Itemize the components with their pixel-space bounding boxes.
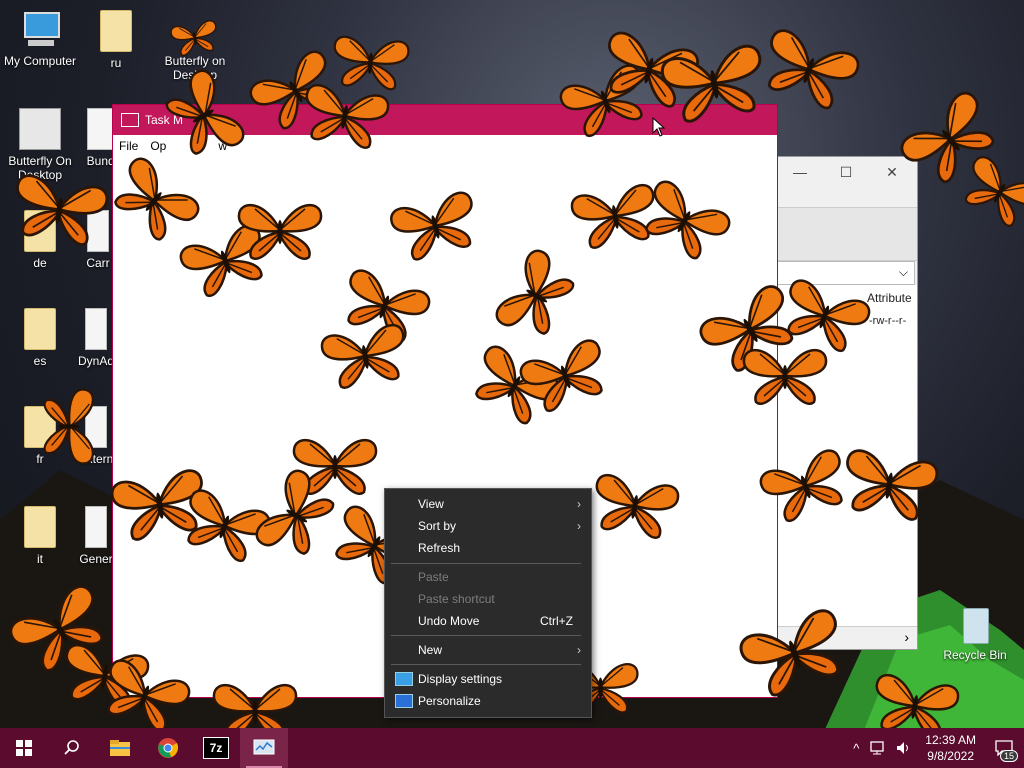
desktop-icon-label: My Computer (3, 54, 77, 68)
chevron-right-icon: › (577, 497, 581, 511)
menu-item-refresh[interactable]: Refresh (385, 537, 591, 559)
butterfly-icon (43, 388, 94, 465)
menu-item-label: Paste (418, 570, 449, 584)
menu-item-new[interactable]: New › (385, 639, 591, 661)
menu-file[interactable]: File (119, 139, 138, 153)
menu-item-view[interactable]: View › (385, 493, 591, 515)
desktop-icon-my-computer[interactable]: My Computer (0, 10, 80, 68)
butterfly-icon (742, 348, 828, 405)
task-manager-taskbar-button[interactable] (240, 728, 288, 768)
document-icon (85, 506, 107, 548)
network-icon[interactable] (869, 740, 887, 756)
menu-item-paste[interactable]: Paste (385, 566, 591, 588)
menu-item-label: Sort by (418, 519, 457, 533)
chrome-button[interactable] (144, 728, 192, 768)
menu-item-label: Display settings (418, 672, 503, 686)
desktop-icon-recycle-bin[interactable]: Recycle Bin (935, 604, 1015, 662)
desktop-context-menu[interactable]: View › Sort by › Refresh Paste Paste sho… (384, 488, 592, 718)
show-hidden-icons-button[interactable]: ^ (847, 741, 865, 756)
menu-item-label: New (418, 643, 443, 657)
scroll-right-icon[interactable]: › (904, 629, 909, 645)
7zip-button[interactable]: 7z (192, 728, 240, 768)
menu-separator (391, 635, 581, 636)
mouse-cursor-icon (652, 117, 666, 137)
7zip-label: 7z (209, 741, 223, 755)
windows-logo-icon (16, 740, 32, 756)
chevron-right-icon: › (577, 519, 581, 533)
taskbar: 7z ^ 12:39 AM 9/8/2022 15 (0, 728, 1024, 768)
menu-item-undo-move[interactable]: Undo Move Ctrl+Z (385, 610, 591, 632)
attribute-cell: -rw-r--r- (869, 315, 907, 327)
menu-item-sort-by[interactable]: Sort by › (385, 515, 591, 537)
document-icon (85, 308, 107, 350)
notification-count-badge: 15 (999, 750, 1018, 762)
menu-item-display-settings[interactable]: Display settings (385, 668, 591, 690)
display-icon (395, 672, 413, 686)
notification-center-button[interactable]: 15 (984, 728, 1024, 768)
chrome-icon (158, 738, 179, 758)
desktop-icon-dynad[interactable]: DynAd (76, 308, 116, 368)
chevron-right-icon: › (577, 643, 581, 657)
folder-icon (24, 506, 56, 548)
menu-item-label: Personalize (418, 694, 481, 708)
installer-icon (19, 108, 61, 150)
desktop-icon-label: Recycle Bin (943, 648, 1007, 662)
menu-options[interactable]: Op (150, 139, 166, 153)
task-manager-icon (121, 113, 139, 127)
computer-icon (20, 10, 60, 50)
volume-icon[interactable] (895, 740, 913, 756)
7zip-icon: 7z (203, 737, 229, 759)
desktop-icon-label: ru (110, 56, 122, 70)
desktop-icon-ru[interactable]: ru (76, 10, 156, 70)
search-icon (64, 740, 79, 755)
menu-item-label: Refresh (418, 541, 461, 555)
clock-time: 12:39 AM (925, 733, 976, 747)
menu-separator (391, 563, 581, 564)
folder-icon (24, 308, 56, 350)
menu-item-label: Paste shortcut (418, 592, 495, 606)
personalize-icon (395, 694, 413, 708)
desktop-icon-label: Gener (79, 552, 113, 566)
file-explorer-icon (110, 740, 130, 756)
recycle-bin-icon (955, 604, 995, 644)
menu-item-paste-shortcut[interactable]: Paste shortcut (385, 588, 591, 610)
desktop-icon-it[interactable]: it (0, 506, 80, 566)
system-tray: ^ 12:39 AM 9/8/2022 15 (847, 728, 1024, 768)
folder-icon (100, 10, 132, 52)
clock[interactable]: 12:39 AM 9/8/2022 (917, 732, 984, 764)
desktop-icon-label: it (37, 552, 43, 566)
desktop-icon-label: DynAd (77, 354, 115, 368)
shortcut-text: Ctrl+Z (540, 614, 573, 628)
menu-item-label: View (418, 497, 444, 511)
minimize-button[interactable]: — (777, 157, 823, 187)
task-manager-icon (253, 739, 275, 755)
desktop-icon-gener[interactable]: Gener (76, 506, 116, 566)
menu-item-label: Undo Move (418, 614, 480, 628)
file-explorer-button[interactable] (96, 728, 144, 768)
menu-separator (391, 664, 581, 665)
menu-item-personalize[interactable]: Personalize (385, 690, 591, 712)
clock-date: 9/8/2022 (927, 749, 974, 763)
chevron-down-icon[interactable]: ⌵ (899, 265, 908, 280)
desktop-icon-label: de (33, 256, 47, 270)
desktop-icon-label: es (33, 354, 47, 368)
search-button[interactable] (48, 728, 96, 768)
maximize-button[interactable]: ☐ (823, 157, 869, 187)
start-button[interactable] (0, 728, 48, 768)
desktop-icon-es[interactable]: es (0, 308, 80, 368)
butterfly-icon (237, 203, 323, 260)
ribbon (777, 207, 917, 261)
